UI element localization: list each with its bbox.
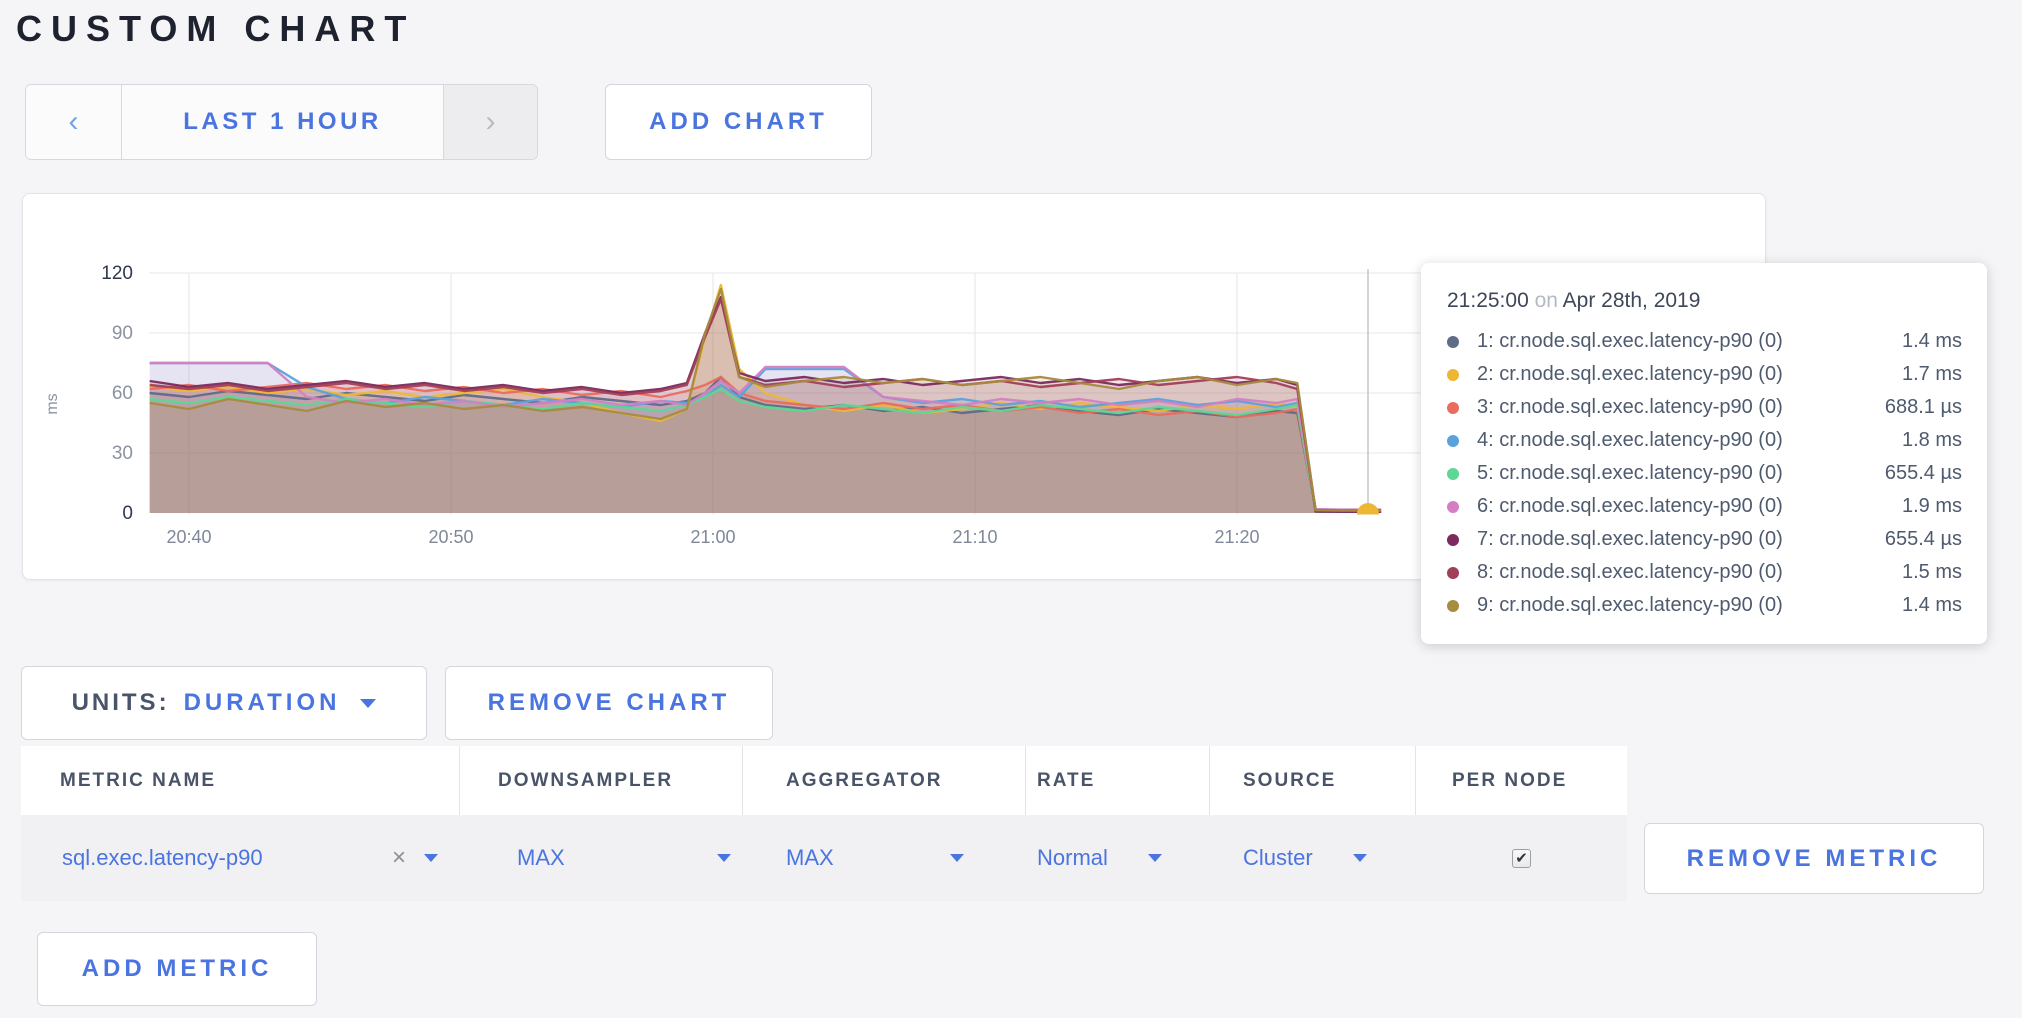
series-value: 1.4 ms [1902, 330, 1962, 353]
series-color-dot [1447, 534, 1459, 546]
x-axis-label: 20:40 [166, 527, 211, 547]
series-color-dot [1447, 402, 1459, 414]
x-axis-label: 20:50 [428, 527, 473, 547]
hover-point [1357, 503, 1379, 525]
series-label: 1: cr.node.sql.exec.latency-p90 (0) [1477, 330, 1902, 353]
add-metric-button[interactable]: ADD METRIC [37, 932, 317, 1006]
metric-name-cell: sql.exec.latency-p90 × [21, 815, 460, 901]
chevron-down-icon[interactable] [424, 854, 438, 862]
remove-metric-button[interactable]: REMOVE METRIC [1644, 823, 1984, 894]
x-axis-label: 21:20 [1214, 527, 1259, 547]
chevron-down-icon[interactable] [1148, 854, 1162, 862]
series-value: 1.9 ms [1902, 495, 1962, 518]
chevron-left-icon: ‹ [69, 105, 79, 139]
tooltip-series-row: 4: cr.node.sql.exec.latency-p90 (0)1.8 m… [1447, 424, 1962, 457]
series-label: 7: cr.node.sql.exec.latency-p90 (0) [1477, 528, 1885, 551]
chevron-right-icon: › [486, 105, 496, 139]
tooltip-series-row: 9: cr.node.sql.exec.latency-p90 (0)1.4 m… [1447, 589, 1962, 622]
tooltip-series-row: 6: cr.node.sql.exec.latency-p90 (0)1.9 m… [1447, 490, 1962, 523]
y-axis-unit-label: ms [44, 393, 61, 414]
units-dropdown[interactable]: UNITS: DURATION [21, 666, 427, 740]
series-color-dot [1447, 435, 1459, 447]
tooltip-series-row: 8: cr.node.sql.exec.latency-p90 (0)1.5 m… [1447, 556, 1962, 589]
column-header-source: SOURCE [1210, 746, 1416, 815]
remove-chart-button[interactable]: REMOVE CHART [445, 666, 773, 740]
metric-row: sql.exec.latency-p90 × MAX MAX Normal Cl… [21, 815, 1627, 901]
metric-name-dropdown[interactable]: sql.exec.latency-p90 [62, 845, 263, 871]
time-range-next-button[interactable]: › [444, 85, 537, 159]
series-value: 655.4 µs [1885, 462, 1962, 485]
series-label: 8: cr.node.sql.exec.latency-p90 (0) [1477, 561, 1902, 584]
x-axis-label: 21:00 [690, 527, 735, 547]
time-range-button[interactable]: LAST 1 HOUR [122, 85, 444, 159]
add-chart-button[interactable]: ADD CHART [605, 84, 872, 160]
tooltip-series-row: 5: cr.node.sql.exec.latency-p90 (0)655.4… [1447, 457, 1962, 490]
tooltip-series-row: 3: cr.node.sql.exec.latency-p90 (0)688.1… [1447, 391, 1962, 424]
series-label: 3: cr.node.sql.exec.latency-p90 (0) [1477, 396, 1885, 419]
series-label: 9: cr.node.sql.exec.latency-p90 (0) [1477, 594, 1902, 617]
tooltip-time: 21:25:00 [1447, 289, 1529, 312]
per-node-cell: ✔ [1416, 815, 1627, 901]
y-axis-label: 60 [112, 383, 133, 404]
hover-marker [1357, 269, 1379, 525]
series-value: 1.5 ms [1902, 561, 1962, 584]
units-label: UNITS: [72, 689, 170, 717]
column-header-downsampler: DOWNSAMPLER [460, 746, 743, 815]
series-color-dot [1447, 336, 1459, 348]
column-header-rate: RATE [1026, 746, 1210, 815]
series-value: 1.7 ms [1902, 363, 1962, 386]
series-label: 6: cr.node.sql.exec.latency-p90 (0) [1477, 495, 1902, 518]
tooltip-series-row: 1: cr.node.sql.exec.latency-p90 (0)1.4 m… [1447, 325, 1962, 358]
custom-chart-page: CUSTOM CHART ‹ LAST 1 HOUR › ADD CHART 0… [0, 0, 2022, 1018]
series-areas [150, 285, 1381, 513]
tooltip-date: Apr 28th, 2019 [1563, 289, 1701, 312]
chevron-down-icon[interactable] [717, 854, 731, 862]
source-cell: Cluster [1210, 815, 1416, 901]
series-value: 1.8 ms [1902, 429, 1962, 452]
series-color-dot [1447, 600, 1459, 612]
series-color-dot [1447, 501, 1459, 513]
source-dropdown[interactable]: Cluster [1243, 845, 1313, 871]
y-axis-label: 120 [101, 263, 133, 284]
column-header-aggregator: AGGREGATOR [743, 746, 1026, 815]
series-label: 4: cr.node.sql.exec.latency-p90 (0) [1477, 429, 1902, 452]
series-color-dot [1447, 567, 1459, 579]
tooltip-series-list: 1: cr.node.sql.exec.latency-p90 (0)1.4 m… [1447, 325, 1962, 622]
series-value: 1.4 ms [1902, 594, 1962, 617]
units-value: DURATION [184, 689, 341, 717]
time-range-selector: ‹ LAST 1 HOUR › [25, 84, 538, 160]
chart-hover-tooltip: 21:25:00 on Apr 28th, 2019 1: cr.node.sq… [1421, 263, 1987, 644]
chevron-down-icon[interactable] [950, 854, 964, 862]
x-axis-label: 21:10 [952, 527, 997, 547]
series-color-dot [1447, 468, 1459, 480]
downsampler-dropdown[interactable]: MAX [517, 845, 565, 871]
time-range-prev-button[interactable]: ‹ [26, 85, 122, 159]
y-axis-label: 0 [122, 503, 133, 524]
aggregator-dropdown[interactable]: MAX [786, 845, 834, 871]
chevron-down-icon [360, 699, 376, 708]
tooltip-series-row: 7: cr.node.sql.exec.latency-p90 (0)655.4… [1447, 523, 1962, 556]
downsampler-cell: MAX [460, 815, 743, 901]
per-node-checkbox[interactable]: ✔ [1512, 849, 1531, 868]
tooltip-on: on [1535, 289, 1563, 312]
clear-metric-icon[interactable]: × [392, 844, 406, 872]
column-header-metric-name: METRIC NAME [21, 746, 460, 815]
tooltip-timestamp: 21:25:00 on Apr 28th, 2019 [1447, 289, 1962, 313]
series-label: 2: cr.node.sql.exec.latency-p90 (0) [1477, 363, 1902, 386]
series-label: 5: cr.node.sql.exec.latency-p90 (0) [1477, 462, 1885, 485]
page-title: CUSTOM CHART [16, 8, 415, 50]
metrics-table-header: METRIC NAMEDOWNSAMPLERAGGREGATORRATESOUR… [21, 746, 1627, 815]
rate-dropdown[interactable]: Normal [1037, 845, 1108, 871]
y-axis-label: 30 [112, 443, 133, 464]
series-value: 655.4 µs [1885, 528, 1962, 551]
rate-cell: Normal [1026, 815, 1210, 901]
tooltip-series-row: 2: cr.node.sql.exec.latency-p90 (0)1.7 m… [1447, 358, 1962, 391]
column-header-per-node: PER NODE [1416, 746, 1627, 815]
series-value: 688.1 µs [1885, 396, 1962, 419]
series-color-dot [1447, 369, 1459, 381]
aggregator-cell: MAX [743, 815, 1026, 901]
y-axis-label: 90 [112, 323, 133, 344]
chevron-down-icon[interactable] [1353, 854, 1367, 862]
